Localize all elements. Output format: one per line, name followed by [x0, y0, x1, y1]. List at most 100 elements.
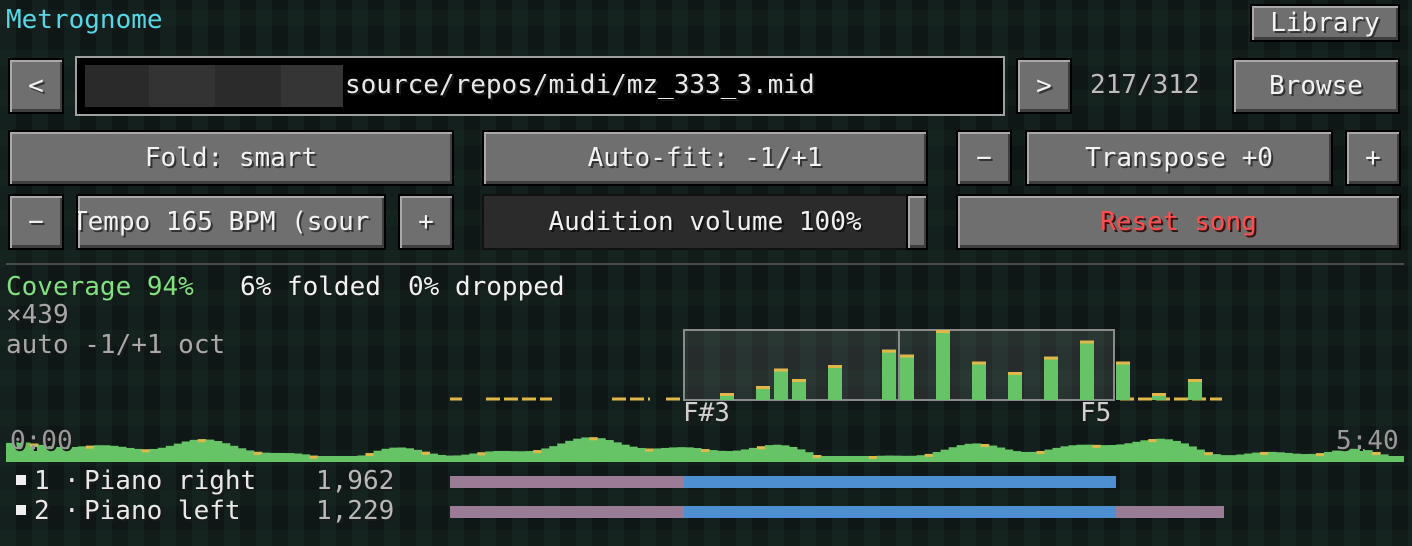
timeline-bar	[261, 452, 271, 462]
histogram-bar-cap	[756, 386, 770, 389]
timeline-bar	[940, 449, 950, 462]
histogram-bar	[882, 349, 896, 400]
file-path-text: source/repos/midi/mz_333_3.mid	[345, 70, 815, 100]
timeline-bar	[1052, 447, 1062, 462]
timeline-bar-cap	[701, 449, 710, 453]
histogram-bar-cap	[774, 368, 788, 372]
timeline-bar	[852, 456, 862, 462]
timeline-bar	[1276, 452, 1285, 462]
timeline-bar	[389, 447, 399, 462]
timeline-bar	[1244, 453, 1253, 462]
track-range-bar	[450, 476, 1116, 488]
file-counter: 217/312	[1090, 70, 1200, 100]
audition-volume-handle[interactable]	[906, 194, 928, 250]
timeline-bar	[221, 443, 231, 462]
timeline-bar	[557, 443, 566, 462]
histogram-bar-cap	[1116, 361, 1130, 365]
timeline-bar	[1100, 445, 1110, 462]
track-row[interactable]: 1 · Piano right 1,962	[14, 466, 1394, 496]
histogram-bar-cap	[972, 361, 986, 365]
timeline-bar	[820, 456, 830, 462]
track-note-count: 1,962	[316, 466, 395, 496]
timeline-bar	[1116, 444, 1125, 462]
audition-volume-slider[interactable]: Audition volume 100%	[482, 194, 928, 250]
timeline-bar	[956, 445, 966, 462]
timeline-bar	[1156, 438, 1165, 462]
timeline-bar	[1020, 451, 1030, 462]
timeline-bar	[157, 447, 167, 462]
timeline-bar	[269, 452, 279, 462]
reset-song-button[interactable]: Reset song	[956, 194, 1401, 250]
track-bullet-icon	[16, 475, 26, 485]
coverage-stat: Coverage 94%	[6, 272, 194, 302]
timeline-bar-cap	[1092, 444, 1102, 448]
timeline-bar	[996, 447, 1006, 462]
timeline-bar-cap	[477, 452, 486, 456]
transpose-up-button[interactable]: +	[1345, 130, 1401, 186]
timeline-bar	[764, 445, 774, 462]
track-note-count: 1,229	[316, 496, 395, 526]
timeline-bar-cap	[1148, 439, 1157, 443]
library-button[interactable]: Library	[1250, 4, 1400, 42]
timeline-bar	[1004, 449, 1014, 462]
timeline-bar	[669, 447, 678, 462]
histogram-bar	[1080, 340, 1094, 400]
timeline-bar	[1148, 439, 1157, 462]
prev-file-button[interactable]: <	[8, 58, 64, 114]
timeline-bar	[788, 446, 798, 462]
histogram-bar	[1188, 379, 1202, 400]
multiplier-stat: ×439	[6, 300, 69, 330]
tempo-down-button[interactable]: −	[8, 194, 64, 250]
timeline-bar	[125, 447, 135, 462]
timeline-bar	[493, 450, 502, 462]
timeline-bar-cap	[197, 439, 207, 443]
file-path-field[interactable]: source/repos/midi/mz_333_3.mid	[75, 56, 1005, 116]
timeline-bar	[1124, 443, 1133, 462]
timeline-bar	[325, 456, 335, 462]
timeline-bar	[916, 455, 926, 462]
timeline-bar	[1308, 453, 1317, 462]
timeline-bar-cap	[1036, 451, 1046, 455]
histogram-bar	[792, 379, 806, 400]
tempo-button[interactable]: Tempo 165 BPM (sour	[76, 194, 386, 250]
timeline-bar	[405, 448, 415, 462]
folded-stat: 6% folded	[240, 272, 381, 302]
tempo-up-button[interactable]: +	[398, 194, 454, 250]
autofit-stat: auto -1/+1 oct	[6, 330, 226, 360]
timeline-bar	[932, 452, 942, 462]
timeline-bar	[1228, 455, 1237, 462]
timeline-bar	[653, 448, 662, 462]
timeline-bar	[605, 440, 614, 462]
timeline-bar	[445, 455, 454, 462]
timeline-bar-cap	[533, 450, 542, 454]
track-separator: ·	[64, 466, 80, 496]
timeline-bar-cap	[85, 445, 95, 449]
timeline-bar	[661, 447, 670, 462]
timeline-bar	[229, 445, 239, 462]
timeline-bar	[629, 446, 638, 462]
timeline-bar	[109, 445, 119, 462]
auto-fit-button[interactable]: Auto-fit: -1/+1	[482, 130, 928, 186]
timeline-bar	[509, 451, 518, 462]
histogram-bar-cap	[882, 349, 896, 353]
next-file-button[interactable]: >	[1016, 58, 1072, 114]
fold-mode-button[interactable]: Fold: smart	[8, 130, 454, 186]
timeline-bar-cap	[812, 455, 822, 459]
time-end: 5:40	[1336, 426, 1399, 456]
timeline-bar-cap	[756, 446, 766, 450]
timeline-bar	[740, 449, 750, 462]
browse-button[interactable]: Browse	[1232, 58, 1400, 114]
timeline-bar	[1132, 441, 1141, 462]
histogram-bar-cap	[792, 379, 806, 382]
transpose-button[interactable]: Transpose +0	[1025, 130, 1333, 186]
timeline-bar	[1084, 444, 1094, 462]
timeline-bar	[828, 456, 838, 462]
histogram-bar-cap	[1188, 379, 1202, 382]
timeline-density[interactable]	[6, 420, 1404, 462]
timeline-bar	[732, 450, 742, 462]
transpose-down-button[interactable]: −	[956, 130, 1012, 186]
track-row[interactable]: 2 · Piano left 1,229	[14, 496, 1394, 526]
timeline-bar	[637, 447, 646, 462]
divider	[6, 263, 1404, 265]
audition-volume-label: Audition volume 100%	[548, 207, 862, 237]
